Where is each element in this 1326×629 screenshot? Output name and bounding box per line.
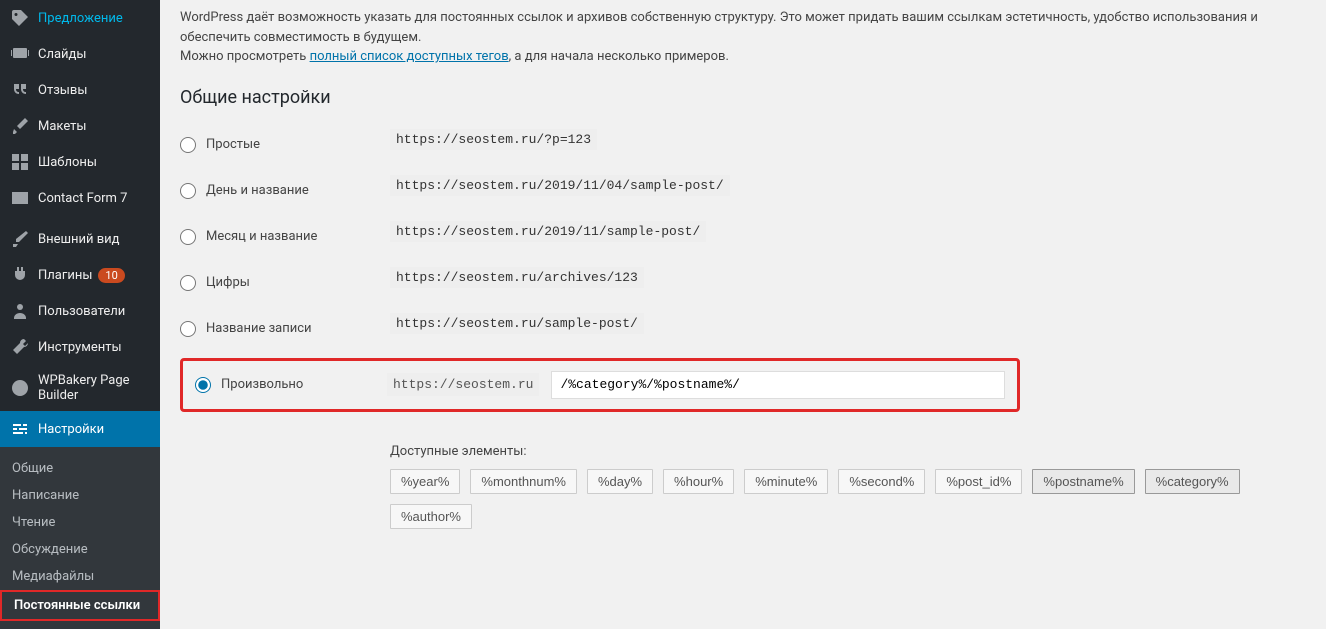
slides-icon bbox=[10, 44, 30, 64]
tag-icon bbox=[10, 8, 30, 28]
sidebar-item-templates[interactable]: Шаблоны bbox=[0, 144, 160, 180]
sidebar-item-appearance[interactable]: Внешний вид bbox=[0, 221, 160, 257]
option-numeric[interactable]: Цифры bbox=[180, 275, 370, 291]
custom-structure-input[interactable] bbox=[551, 371, 1005, 399]
radio-monthname[interactable] bbox=[180, 229, 196, 245]
sidebar-item-label: Плагины bbox=[38, 268, 92, 283]
option-monthname-label: Месяц и название bbox=[206, 229, 317, 244]
option-custom-label: Произвольно bbox=[221, 377, 303, 392]
tag-hour[interactable]: %hour% bbox=[663, 469, 734, 494]
option-monthname[interactable]: Месяц и название bbox=[180, 229, 370, 245]
sidebar-item-label: Слайды bbox=[38, 47, 87, 62]
available-tags-row: Доступные элементы: %year% %monthnum% %d… bbox=[180, 426, 1306, 539]
permalink-options-table: Простые https://seostem.ru/?p=123 День и… bbox=[180, 122, 1306, 539]
sidebar-item-label: Инструменты bbox=[38, 340, 122, 355]
custom-prefix: https://seostem.ru bbox=[387, 373, 539, 396]
sidebar-item-reviews[interactable]: Отзывы bbox=[0, 72, 160, 108]
tag-postname[interactable]: %postname% bbox=[1032, 469, 1134, 494]
example-numeric: https://seostem.ru/archives/123 bbox=[390, 267, 644, 288]
sidebar-item-label: Пользователи bbox=[38, 304, 125, 319]
option-dayname-label: День и название bbox=[206, 183, 309, 198]
tag-year[interactable]: %year% bbox=[390, 469, 460, 494]
option-row-custom: Произвольно https://seostem.ru bbox=[180, 352, 1306, 426]
sidebar-item-slides[interactable]: Слайды bbox=[0, 36, 160, 72]
available-tags-link[interactable]: полный список доступных тегов bbox=[310, 49, 509, 64]
radio-simple[interactable] bbox=[180, 137, 196, 153]
plugin-icon bbox=[10, 265, 30, 285]
tag-author[interactable]: %author% bbox=[390, 504, 472, 529]
sidebar-item-layouts[interactable]: Макеты bbox=[0, 108, 160, 144]
option-row-simple: Простые https://seostem.ru/?p=123 bbox=[180, 122, 1306, 168]
sidebar-item-offer[interactable]: Предложение bbox=[0, 0, 160, 36]
brush2-icon bbox=[10, 229, 30, 249]
tag-monthnum[interactable]: %monthnum% bbox=[470, 469, 577, 494]
sidebar-item-label: Настройки bbox=[38, 422, 104, 437]
sidebar-item-wpbakery[interactable]: WPBakery Page Builder bbox=[0, 365, 160, 411]
option-row-monthname: Месяц и название https://seostem.ru/2019… bbox=[180, 214, 1306, 260]
quotes-icon bbox=[10, 80, 30, 100]
tag-day[interactable]: %day% bbox=[587, 469, 653, 494]
option-postname[interactable]: Название записи bbox=[180, 321, 370, 337]
update-badge: 10 bbox=[98, 268, 124, 283]
tag-postid[interactable]: %post_id% bbox=[935, 469, 1022, 494]
submenu-permalinks[interactable]: Постоянные ссылки bbox=[0, 590, 160, 621]
sidebar-item-label: Шаблоны bbox=[38, 155, 97, 170]
intro-line2b: , а для начала несколько примеров. bbox=[509, 49, 729, 64]
option-simple[interactable]: Простые bbox=[180, 137, 370, 153]
submenu-general[interactable]: Общие bbox=[0, 455, 160, 482]
sidebar-item-label: Внешний вид bbox=[38, 232, 120, 247]
example-simple: https://seostem.ru/?p=123 bbox=[390, 129, 597, 150]
wpb-icon bbox=[10, 378, 30, 398]
intro-text: WordPress даёт возможность указать для п… bbox=[180, 8, 1306, 67]
submenu-reading[interactable]: Чтение bbox=[0, 509, 160, 536]
sidebar-item-contactform7[interactable]: Contact Form 7 bbox=[0, 180, 160, 216]
sidebar-item-label: WPBakery Page Builder bbox=[38, 373, 152, 403]
sidebar-item-settings[interactable]: Настройки bbox=[0, 411, 160, 447]
example-monthname: https://seostem.ru/2019/11/sample-post/ bbox=[390, 221, 706, 242]
brush-icon bbox=[10, 116, 30, 136]
available-tags: %year% %monthnum% %day% %hour% %minute% … bbox=[390, 469, 1296, 529]
sidebar-item-label: Contact Form 7 bbox=[38, 191, 127, 206]
tools-icon bbox=[10, 337, 30, 357]
option-row-postname: Название записи https://seostem.ru/sampl… bbox=[180, 306, 1306, 352]
sliders-icon bbox=[10, 419, 30, 439]
option-custom[interactable]: Произвольно bbox=[195, 377, 375, 393]
sidebar-item-label: Отзывы bbox=[38, 83, 87, 98]
sidebar-item-tools[interactable]: Инструменты bbox=[0, 329, 160, 365]
option-dayname[interactable]: День и название bbox=[180, 183, 370, 199]
radio-postname[interactable] bbox=[180, 321, 196, 337]
option-numeric-label: Цифры bbox=[206, 275, 250, 290]
custom-row-highlight: Произвольно https://seostem.ru bbox=[180, 358, 1020, 412]
tag-category[interactable]: %category% bbox=[1145, 469, 1240, 494]
main-content: WordPress даёт возможность указать для п… bbox=[160, 0, 1326, 548]
sidebar-item-label: Макеты bbox=[38, 119, 87, 134]
option-postname-label: Название записи bbox=[206, 321, 312, 336]
tag-minute[interactable]: %minute% bbox=[744, 469, 828, 494]
submenu-writing[interactable]: Написание bbox=[0, 482, 160, 509]
example-dayname: https://seostem.ru/2019/11/04/sample-pos… bbox=[390, 175, 730, 196]
tag-second[interactable]: %second% bbox=[838, 469, 925, 494]
sidebar-item-plugins[interactable]: Плагины 10 bbox=[0, 257, 160, 293]
admin-sidebar: Предложение Слайды Отзывы Макеты Шаблоны… bbox=[0, 0, 160, 548]
available-label: Доступные элементы: bbox=[390, 444, 1296, 459]
users-icon bbox=[10, 301, 30, 321]
mail-icon bbox=[10, 188, 30, 208]
settings-submenu: Общие Написание Чтение Обсуждение Медиаф… bbox=[0, 447, 160, 629]
intro-line1: WordPress даёт возможность указать для п… bbox=[180, 10, 1258, 45]
submenu-discussion[interactable]: Обсуждение bbox=[0, 536, 160, 563]
grid-icon bbox=[10, 152, 30, 172]
radio-dayname[interactable] bbox=[180, 183, 196, 199]
common-settings-heading: Общие настройки bbox=[180, 87, 1306, 108]
radio-numeric[interactable] bbox=[180, 275, 196, 291]
option-row-dayname: День и название https://seostem.ru/2019/… bbox=[180, 168, 1306, 214]
option-row-numeric: Цифры https://seostem.ru/archives/123 bbox=[180, 260, 1306, 306]
radio-custom[interactable] bbox=[195, 377, 211, 393]
sidebar-item-users[interactable]: Пользователи bbox=[0, 293, 160, 329]
intro-line2a: Можно просмотреть bbox=[180, 49, 310, 64]
submenu-media[interactable]: Медиафайлы bbox=[0, 563, 160, 590]
sidebar-item-label: Предложение bbox=[38, 11, 123, 26]
example-postname: https://seostem.ru/sample-post/ bbox=[390, 313, 644, 334]
option-simple-label: Простые bbox=[206, 137, 260, 152]
